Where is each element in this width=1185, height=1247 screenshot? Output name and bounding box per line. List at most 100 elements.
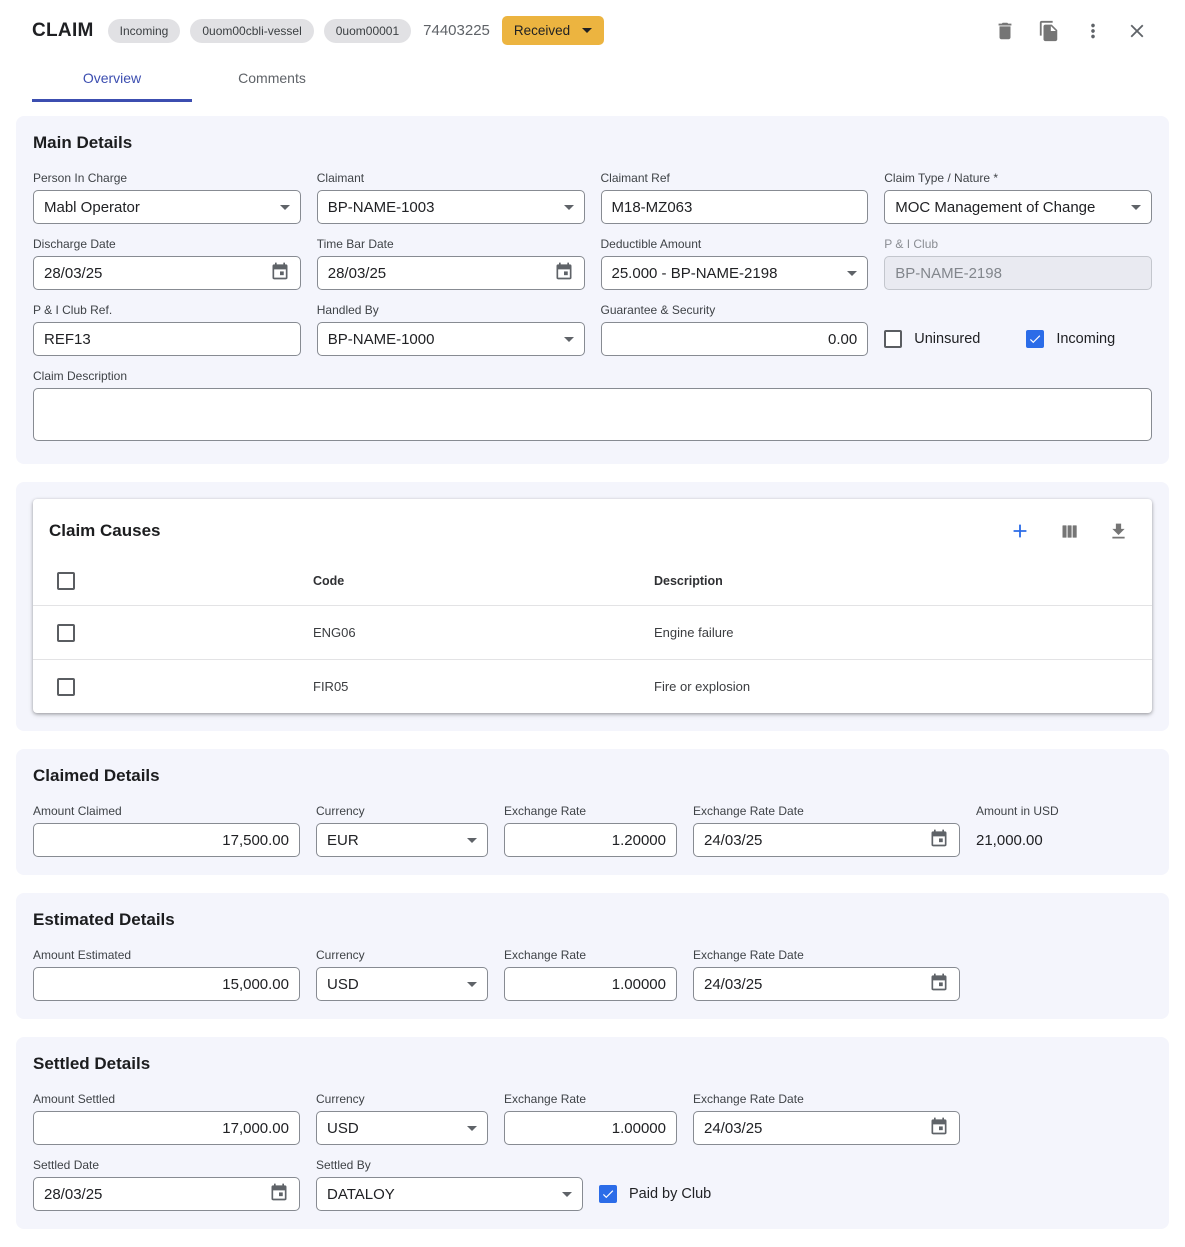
- settled-date-field: Settled Date 28/03/25: [33, 1158, 300, 1211]
- field-label: Claimant Ref: [601, 171, 869, 185]
- exchange-rate-date-field: Exchange Rate Date 24/03/25: [693, 948, 960, 1001]
- section-title: Estimated Details: [33, 910, 1152, 930]
- field-label: Currency: [316, 804, 488, 818]
- settled-details-section: Settled Details Amount Settled Currency …: [16, 1037, 1169, 1229]
- claimant-select[interactable]: BP-NAME-1003: [317, 190, 585, 224]
- more-button[interactable]: [1079, 17, 1107, 45]
- close-button[interactable]: [1123, 17, 1151, 45]
- field-label: Amount Estimated: [33, 948, 300, 962]
- chevron-down-icon: [1131, 205, 1141, 210]
- field-label: P & I Club: [884, 237, 1152, 251]
- field-label: Exchange Rate: [504, 1092, 677, 1106]
- field-label: Exchange Rate: [504, 948, 677, 962]
- field-label: Discharge Date: [33, 237, 301, 251]
- table-row[interactable]: ENG06 Engine failure: [33, 605, 1152, 659]
- amount-estimated-input[interactable]: [33, 967, 300, 1001]
- paid-by-club-checkbox-wrap: Paid by Club: [599, 1185, 711, 1203]
- claim-type-select[interactable]: MOC Management of Change: [884, 190, 1152, 224]
- uninsured-checkbox[interactable]: [884, 330, 902, 348]
- field-label: Deductible Amount: [601, 237, 869, 251]
- field-label: P & I Club Ref.: [33, 303, 301, 317]
- check-icon: [1028, 332, 1042, 346]
- claimant-field: Claimant BP-NAME-1003: [317, 171, 585, 224]
- field-label: Claim Description: [33, 369, 1152, 383]
- field-label: Amount Claimed: [33, 804, 300, 818]
- calendar-icon[interactable]: [929, 1116, 949, 1140]
- currency-select[interactable]: EUR: [316, 823, 488, 857]
- vessel-badge: 0uom00cbli-vessel: [190, 19, 313, 43]
- claim-causes-section: Claim Causes Code Description: [16, 482, 1169, 731]
- discharge-date-field: Discharge Date 28/03/25: [33, 237, 301, 290]
- pi-club-field: P & I Club BP-NAME-2198: [884, 237, 1152, 290]
- columns-button[interactable]: [1056, 518, 1083, 545]
- deductible-amount-select[interactable]: 25.000 - BP-NAME-2198: [601, 256, 869, 290]
- amount-in-usd-value: 21,000.00: [976, 823, 1152, 857]
- incoming-checkbox[interactable]: [1026, 330, 1044, 348]
- download-icon: [1108, 521, 1129, 542]
- add-row-button[interactable]: [1006, 517, 1034, 545]
- tab-overview[interactable]: Overview: [32, 58, 192, 102]
- chevron-down-icon: [562, 1192, 572, 1197]
- claimant-ref-input[interactable]: [601, 190, 869, 224]
- handled-by-select[interactable]: BP-NAME-1000: [317, 322, 585, 356]
- currency-field: Currency USD: [316, 948, 488, 1001]
- exchange-rate-date-input[interactable]: 24/03/25: [693, 967, 960, 1001]
- field-label: Exchange Rate Date: [693, 948, 960, 962]
- select-all-checkbox[interactable]: [57, 572, 75, 590]
- section-title: Main Details: [33, 133, 1152, 153]
- tab-comments[interactable]: Comments: [192, 58, 352, 102]
- field-label: Currency: [316, 1092, 488, 1106]
- delete-button[interactable]: [991, 17, 1019, 45]
- exchange-rate-date-input[interactable]: 24/03/25: [693, 823, 960, 857]
- cell-description: Fire or explosion: [654, 679, 1152, 694]
- claim-description-textarea[interactable]: [33, 388, 1152, 441]
- guarantee-security-input[interactable]: [601, 322, 869, 356]
- pi-club-ref-input[interactable]: [33, 322, 301, 356]
- calendar-icon[interactable]: [929, 828, 949, 852]
- time-bar-date-input[interactable]: 28/03/25: [317, 256, 585, 290]
- exchange-rate-date-input[interactable]: 24/03/25: [693, 1111, 960, 1145]
- chevron-down-icon: [847, 271, 857, 276]
- person-in-charge-select[interactable]: Mabl Operator: [33, 190, 301, 224]
- exchange-rate-input[interactable]: [504, 1111, 677, 1145]
- field-label: Currency: [316, 948, 488, 962]
- calendar-icon[interactable]: [270, 261, 290, 285]
- download-button[interactable]: [1105, 518, 1132, 545]
- exchange-rate-field: Exchange Rate: [504, 948, 677, 1001]
- pi-club-input: BP-NAME-2198: [884, 256, 1152, 290]
- field-label: Exchange Rate: [504, 804, 677, 818]
- currency-select[interactable]: USD: [316, 967, 488, 1001]
- table-header-row: Code Description: [33, 557, 1152, 605]
- calendar-icon[interactable]: [269, 1182, 289, 1206]
- discharge-date-input[interactable]: 28/03/25: [33, 256, 301, 290]
- section-title: Claimed Details: [33, 766, 1152, 786]
- calendar-icon[interactable]: [929, 972, 949, 996]
- chevron-down-icon: [564, 337, 574, 342]
- paid-by-club-checkbox[interactable]: [599, 1185, 617, 1203]
- uninsured-checkbox-wrap: Uninsured: [884, 330, 980, 348]
- delete-icon: [994, 20, 1016, 42]
- amount-claimed-input[interactable]: [33, 823, 300, 857]
- amount-settled-input[interactable]: [33, 1111, 300, 1145]
- copy-button[interactable]: [1035, 17, 1063, 45]
- pi-club-ref-field: P & I Club Ref.: [33, 303, 301, 356]
- status-dropdown-button[interactable]: Received: [502, 16, 604, 45]
- cell-code: FIR05: [313, 679, 654, 694]
- table-row[interactable]: FIR05 Fire or explosion: [33, 659, 1152, 713]
- voyage-badge: 0uom00001: [324, 19, 411, 43]
- time-bar-date-field: Time Bar Date 28/03/25: [317, 237, 585, 290]
- field-label: Settled Date: [33, 1158, 300, 1172]
- calendar-icon[interactable]: [554, 261, 574, 285]
- exchange-rate-field: Exchange Rate: [504, 1092, 677, 1145]
- claim-causes-card: Claim Causes Code Description: [33, 499, 1152, 713]
- main-details-section: Main Details Person In Charge Mabl Opera…: [16, 116, 1169, 464]
- exchange-rate-input[interactable]: [504, 823, 677, 857]
- field-label: Settled By: [316, 1158, 583, 1172]
- exchange-rate-date-field: Exchange Rate Date 24/03/25: [693, 1092, 960, 1145]
- row-checkbox[interactable]: [57, 624, 75, 642]
- status-label: Received: [514, 23, 570, 38]
- currency-select[interactable]: USD: [316, 1111, 488, 1145]
- row-checkbox[interactable]: [57, 678, 75, 696]
- claim-type-field: Claim Type / Nature * MOC Management of …: [884, 171, 1152, 224]
- exchange-rate-input[interactable]: [504, 967, 677, 1001]
